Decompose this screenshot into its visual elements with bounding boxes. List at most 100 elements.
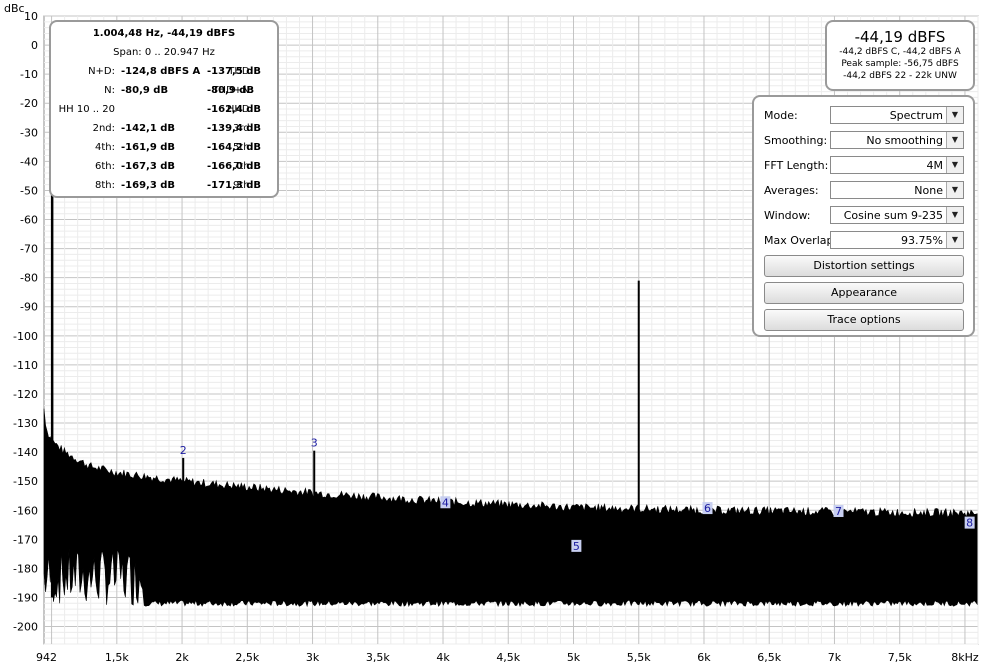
y-tick-label: -30 xyxy=(20,126,38,139)
x-tick-label: 4k xyxy=(436,651,450,664)
readout-value: -167,3 dB xyxy=(121,161,176,172)
readout-label: 2nd: xyxy=(92,123,115,134)
y-tick-label: -100 xyxy=(13,330,38,343)
window-value: Cosine sum 9-235 xyxy=(843,209,943,222)
x-tick-label: 942 xyxy=(36,651,57,664)
readout-value: -137,5 dB xyxy=(207,66,262,77)
dropdown-arrow-icon[interactable]: ▼ xyxy=(946,182,963,198)
readout-label: 4th: xyxy=(95,142,115,153)
smoothing-select[interactable]: No smoothing ▼ xyxy=(830,131,964,149)
overlap-select[interactable]: 93.75% ▼ xyxy=(830,231,964,249)
smoothing-row: Smoothing: No smoothing ▼ xyxy=(762,131,967,151)
mode-row: Mode: Spectrum ▼ xyxy=(762,106,967,126)
readout-label: N+D: xyxy=(88,66,115,77)
y-tick-label: -20 xyxy=(20,97,38,110)
x-tick-label: 2k xyxy=(175,651,189,664)
y-tick-label: -40 xyxy=(20,155,38,168)
y-tick-label: -160 xyxy=(13,504,38,517)
appearance-button[interactable]: Appearance xyxy=(764,282,964,304)
x-tick-label: 2,5k xyxy=(235,651,259,664)
readout-label: 6th: xyxy=(95,161,115,172)
readout-row: N: -80,9 dB THD+N: -80,9 dB xyxy=(51,81,277,100)
x-tick-label: 1,5k xyxy=(105,651,129,664)
y-tick-label: -130 xyxy=(13,417,38,430)
fft-length-row: FFT Length: 4M ▼ xyxy=(762,156,967,176)
y-axis-label: dBc xyxy=(4,2,25,15)
harmonic-marker: 4 xyxy=(442,496,449,509)
y-tick-label: -150 xyxy=(13,475,38,488)
level-unweighted: -44,2 dBFS 22 - 22k UNW xyxy=(843,71,957,81)
dropdown-arrow-icon[interactable]: ▼ xyxy=(946,107,963,123)
x-tick-label: 3,5k xyxy=(366,651,390,664)
readout-value: -139,4 dB xyxy=(207,123,262,134)
level-main: -44,19 dBFS xyxy=(854,28,946,46)
x-tick-label: 5k xyxy=(567,651,581,664)
overlap-label: Max Overlap: xyxy=(764,234,838,247)
trace-options-button[interactable]: Trace options xyxy=(764,309,964,331)
readout-row: 4th: -161,9 dB 5th: -164,2 dB xyxy=(51,138,277,157)
readout-row: HH 10 .. 20 HHD: -162,4 dB xyxy=(51,100,277,119)
y-tick-label: -140 xyxy=(13,446,38,459)
readout-label: HH 10 .. 20 xyxy=(58,104,115,115)
analyzer-controls-panel: Mode: Spectrum ▼ Smoothing: No smoothing… xyxy=(752,95,975,337)
peak-readout: 1.004,48 Hz, -44,19 dBFS xyxy=(92,28,236,39)
fft-length-value: 4M xyxy=(926,159,944,172)
y-tick-label: -200 xyxy=(13,621,38,634)
x-tick-label: 6,5k xyxy=(757,651,781,664)
y-tick-label: -190 xyxy=(13,591,38,604)
mode-select[interactable]: Spectrum ▼ xyxy=(830,106,964,124)
x-tick-label: 7k xyxy=(828,651,842,664)
dropdown-arrow-icon[interactable]: ▼ xyxy=(946,132,963,148)
readout-row: N+D: -124,8 dBFS A THD: -137,5 dB xyxy=(51,62,277,81)
x-tick-label: 3k xyxy=(306,651,320,664)
y-tick-label: -60 xyxy=(20,214,38,227)
y-tick-label: 0 xyxy=(31,39,38,52)
y-tick-label: -50 xyxy=(20,184,38,197)
overlap-row: Max Overlap: 93.75% ▼ xyxy=(762,231,967,251)
readout-label: 8th: xyxy=(95,180,115,191)
x-tick-label: 6k xyxy=(697,651,711,664)
readout-value: -169,3 dB xyxy=(121,180,176,191)
readout-value: -166,0 dB xyxy=(207,161,262,172)
harmonic-marker: 3 xyxy=(311,437,318,450)
harmonic-marker: 8 xyxy=(966,517,973,530)
readout-row: 6th: -167,3 dB 7th: -166,0 dB xyxy=(51,157,277,176)
level-peak-sample: Peak sample: -56,75 dBFS xyxy=(841,59,959,69)
window-row: Window: Cosine sum 9-235 ▼ xyxy=(762,206,967,226)
y-tick-label: -70 xyxy=(20,243,38,256)
readout-value: -164,2 dB xyxy=(207,142,262,153)
x-tick-label: 7,5k xyxy=(888,651,912,664)
level-weighted: -44,2 dBFS C, -44,2 dBFS A xyxy=(839,47,961,57)
readout-value: -171,3 dB xyxy=(207,180,262,191)
readout-label: N: xyxy=(104,85,115,96)
readout-row: 2nd: -142,1 dB 3rd: -139,4 dB xyxy=(51,119,277,138)
y-tick-label: -10 xyxy=(20,68,38,81)
measurement-readout-panel: 1.004,48 Hz, -44,19 dBFS Span: 0 .. 20.9… xyxy=(49,20,279,198)
fft-length-select[interactable]: 4M ▼ xyxy=(830,156,964,174)
readout-value: -162,4 dB xyxy=(207,104,262,115)
fft-length-label: FFT Length: xyxy=(764,159,829,172)
readout-row: 8th: -169,3 dB 9th: -171,3 dB xyxy=(51,176,277,195)
readout-value: -161,9 dB xyxy=(121,142,176,153)
y-tick-label: -120 xyxy=(13,388,38,401)
readout-value: -80,9 dB xyxy=(207,85,255,96)
window-select[interactable]: Cosine sum 9-235 ▼ xyxy=(830,206,964,224)
averages-select[interactable]: None ▼ xyxy=(830,181,964,199)
smoothing-label: Smoothing: xyxy=(764,134,828,147)
mode-label: Mode: xyxy=(764,109,798,122)
overlap-value: 93.75% xyxy=(901,234,943,247)
smoothing-value: No smoothing xyxy=(866,134,943,147)
x-tick-label: 4,5k xyxy=(496,651,520,664)
y-tick-label: 10 xyxy=(24,10,38,23)
readout-value: -142,1 dB xyxy=(121,123,176,134)
averages-row: Averages: None ▼ xyxy=(762,181,967,201)
harmonic-marker: 7 xyxy=(835,505,842,518)
distortion-settings-button[interactable]: Distortion settings xyxy=(764,255,964,277)
dropdown-arrow-icon[interactable]: ▼ xyxy=(946,232,963,248)
x-tick-label: 8kHz xyxy=(951,651,979,664)
dropdown-arrow-icon[interactable]: ▼ xyxy=(946,207,963,223)
mode-value: Spectrum xyxy=(889,109,943,122)
dropdown-arrow-icon[interactable]: ▼ xyxy=(946,157,963,173)
y-tick-label: -180 xyxy=(13,562,38,575)
harmonic-marker: 5 xyxy=(573,540,580,553)
